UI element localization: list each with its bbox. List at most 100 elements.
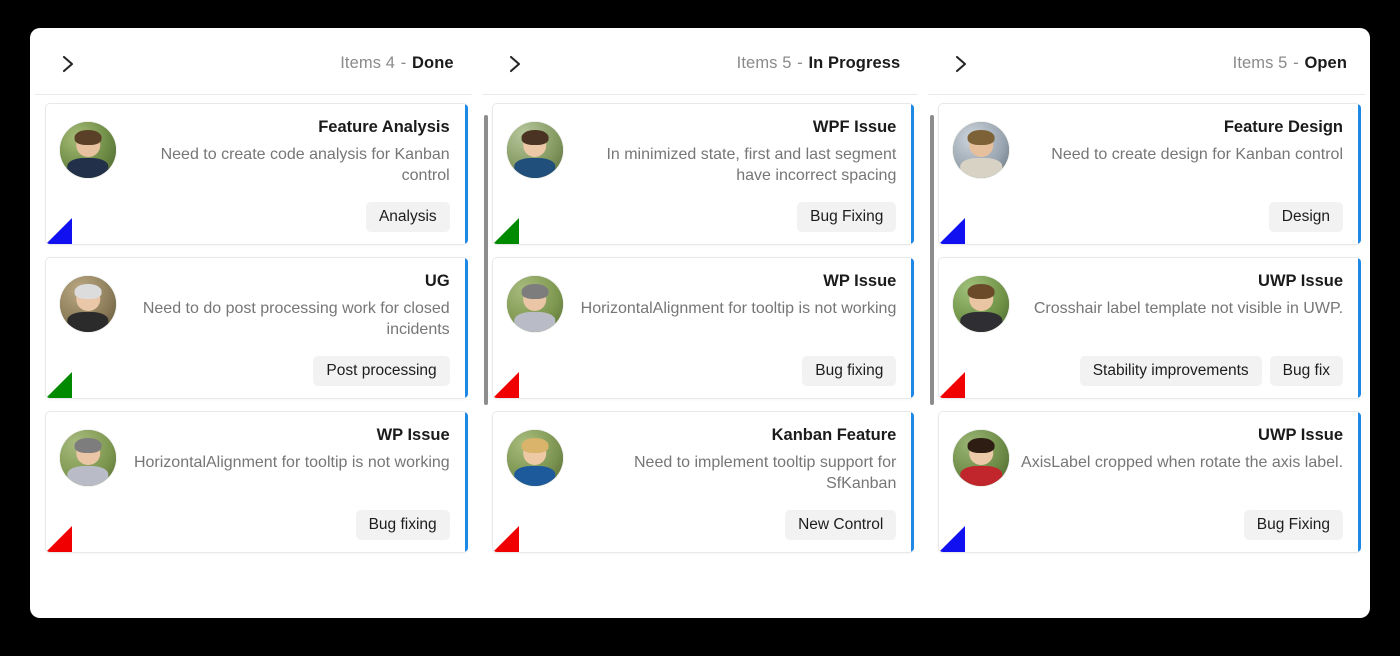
kanban-card[interactable]: UWP Issue Crosshair label template not vi… [938, 257, 1362, 399]
priority-indicator [939, 372, 966, 398]
card-title: Feature Design [1223, 118, 1344, 136]
avatar-body [960, 311, 1003, 332]
column-card-list: WPF Issue In minimized state, first and l… [482, 95, 919, 613]
avatar-hair [521, 438, 549, 453]
card-tag-row: Design [1019, 201, 1344, 232]
avatar-hair [74, 438, 102, 453]
card-tag[interactable]: Bug fixing [355, 509, 450, 540]
card-tag[interactable]: Analysis [365, 201, 450, 232]
column-key-label: Open [1304, 54, 1348, 72]
kanban-column-in-progress: Items 5 - In Progress WPF Issue In minimiz… [481, 33, 919, 613]
avatar [953, 430, 1010, 486]
card-description: Need to implement tooltip support for Sf… [633, 453, 897, 493]
chevron-right-icon[interactable] [57, 53, 79, 75]
priority-indicator [939, 526, 966, 552]
avatar [60, 122, 116, 178]
card-content: Feature Analysis Need to create code anal… [126, 118, 450, 232]
card-tag[interactable]: Bug Fixing [797, 201, 897, 232]
card-title: UWP Issue [1258, 426, 1344, 444]
column-header-separator: - [1288, 54, 1304, 72]
kanban-card[interactable]: WP Issue HorizontalAlignment for tooltip … [45, 411, 468, 553]
avatar-body [513, 465, 556, 486]
column-header-title: Items 4 - Done [340, 54, 453, 73]
column-header-title: Items 5 - Open [1233, 54, 1347, 73]
avatar-body [67, 311, 109, 332]
card-accent-bar [1358, 412, 1362, 552]
card-tag-row: Analysis [126, 201, 450, 232]
avatar [953, 122, 1010, 178]
card-tag-row: New Control [573, 509, 897, 540]
kanban-board: Items 4 - Done Feature Analysis Need to cr… [30, 28, 1370, 618]
card-tag-row: Post processing [126, 355, 450, 386]
avatar-hair [74, 284, 102, 299]
priority-indicator [46, 372, 72, 398]
card-description: AxisLabel cropped when rotate the axis l… [1021, 453, 1344, 471]
card-content: UWP Issue AxisLabel cropped when rotate t… [1019, 426, 1344, 540]
kanban-card[interactable]: WP Issue HorizontalAlignment for tooltip … [491, 257, 915, 399]
card-body: Feature Design Need to create design for … [939, 104, 1361, 244]
card-content: WPF Issue In minimized state, first and l… [573, 118, 897, 232]
kanban-card[interactable]: UG Need to do post processing work for cl… [45, 257, 468, 399]
card-tag[interactable]: Stability improvements [1079, 355, 1262, 386]
column-item-count: Items 5 [1232, 54, 1288, 72]
card-body: UWP Issue Crosshair label template not vi… [939, 258, 1361, 398]
column-card-list: Feature Analysis Need to create code anal… [35, 95, 472, 613]
priority-indicator [46, 218, 72, 244]
avatar [953, 276, 1010, 332]
card-tag[interactable]: Bug Fixing [1243, 509, 1344, 540]
card-accent-bar [464, 258, 468, 398]
card-tag[interactable]: Bug fixing [802, 355, 897, 386]
card-tag-row: Bug Fixing [573, 201, 897, 232]
card-accent-bar [1358, 258, 1362, 398]
card-title: UWP Issue [1258, 272, 1344, 290]
card-body: Feature Analysis Need to create code anal… [46, 104, 468, 244]
priority-indicator [46, 526, 72, 552]
kanban-card[interactable]: Feature Design Need to create design for … [938, 103, 1362, 245]
card-content: Feature Design Need to create design for … [1019, 118, 1344, 232]
card-tag[interactable]: New Control [785, 509, 897, 540]
card-accent-bar [911, 104, 915, 244]
avatar [506, 122, 563, 178]
column-item-count: Items 4 [340, 54, 396, 72]
avatar-hair [967, 284, 995, 299]
card-tag-row: Bug Fixing [1019, 509, 1344, 540]
avatar-body [960, 465, 1003, 486]
avatar [506, 430, 563, 486]
card-body: WP Issue HorizontalAlignment for tooltip … [493, 258, 915, 398]
kanban-column-done: Items 4 - Done Feature Analysis Need to cr… [35, 33, 472, 613]
card-tag[interactable]: Bug fix [1269, 355, 1344, 386]
chevron-right-icon[interactable] [504, 53, 526, 75]
card-tag-row: Bug fixing [573, 355, 897, 386]
chevron-right-icon[interactable] [950, 53, 972, 75]
card-accent-bar [464, 104, 468, 244]
kanban-card[interactable]: UWP Issue AxisLabel cropped when rotate t… [938, 411, 1362, 553]
priority-indicator [492, 526, 519, 552]
column-header: Items 5 - Open [928, 33, 1366, 95]
column-header-title: Items 5 - In Progress [737, 54, 901, 73]
avatar-hair [967, 130, 995, 145]
priority-indicator [492, 372, 519, 398]
column-item-count: Items 5 [736, 54, 792, 72]
card-description: HorizontalAlignment for tooltip is not w… [580, 299, 897, 317]
kanban-card[interactable]: WPF Issue In minimized state, first and l… [491, 103, 915, 245]
column-scrollbar[interactable] [483, 115, 488, 405]
avatar [506, 276, 563, 332]
card-description: Need to do post processing work for clos… [142, 299, 450, 339]
avatar [60, 276, 116, 332]
kanban-card[interactable]: Kanban Feature Need to implement tooltip … [491, 411, 915, 553]
card-tag-row: Bug fixing [126, 509, 450, 540]
avatar-body [67, 157, 109, 178]
card-accent-bar [911, 412, 915, 552]
card-title: WP Issue [823, 272, 897, 290]
avatar-hair [521, 130, 549, 145]
avatar-body [67, 465, 109, 486]
card-tag[interactable]: Post processing [313, 355, 450, 386]
card-content: WP Issue HorizontalAlignment for tooltip … [573, 272, 897, 386]
column-scrollbar[interactable] [930, 115, 935, 405]
card-content: Kanban Feature Need to implement tooltip … [573, 426, 897, 540]
column-header-separator: - [792, 54, 808, 72]
kanban-card[interactable]: Feature Analysis Need to create code anal… [45, 103, 468, 245]
avatar-body [513, 311, 556, 332]
card-tag[interactable]: Design [1268, 201, 1344, 232]
card-content: UWP Issue Crosshair label template not vi… [1019, 272, 1344, 386]
